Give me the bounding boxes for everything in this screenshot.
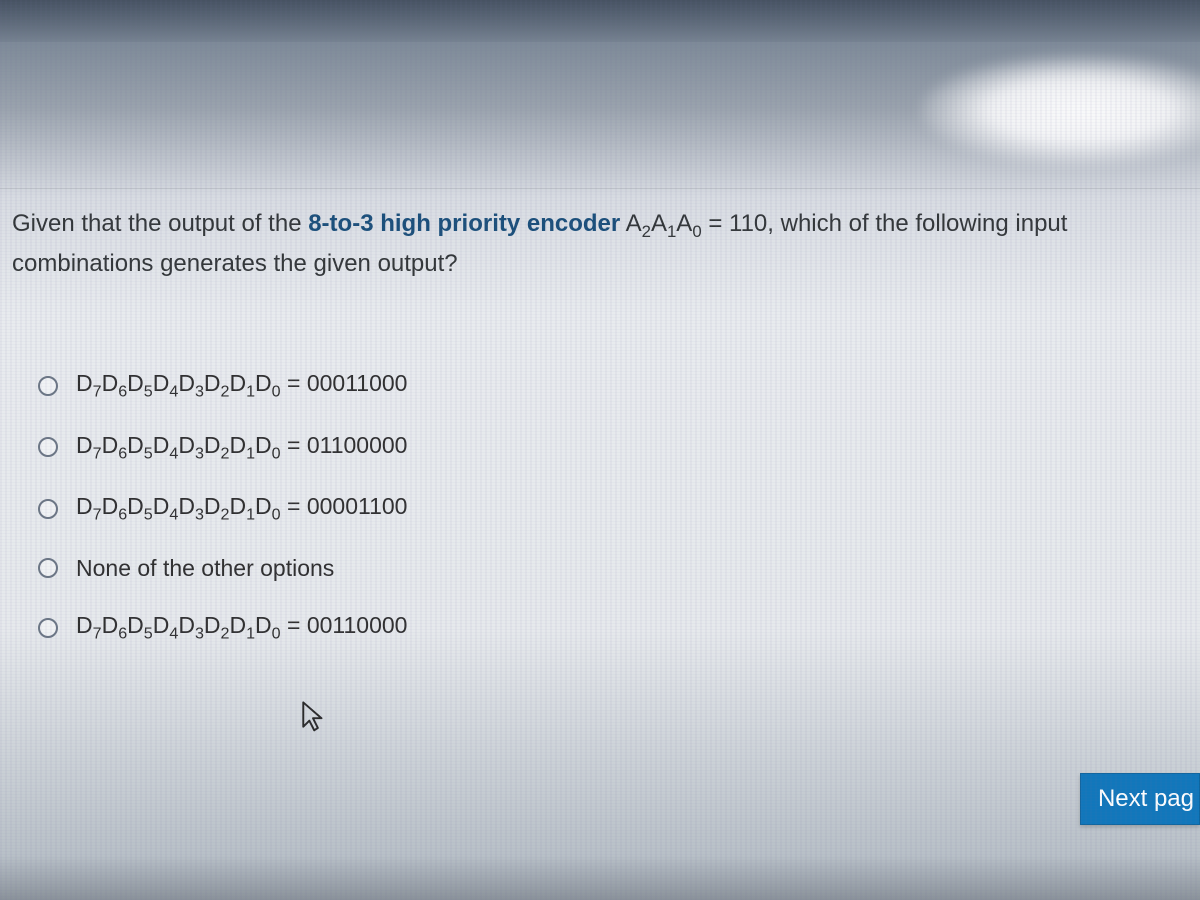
- sub-a1: 1: [667, 222, 676, 241]
- screen-glare: [920, 55, 1200, 165]
- radio-button[interactable]: [38, 437, 58, 457]
- sub-a2: 2: [642, 222, 651, 241]
- question-mid: A: [620, 210, 641, 237]
- option-row-0[interactable]: D7D6D5D4D3D2D1D0 = 00011000: [38, 370, 1160, 402]
- option-row-1[interactable]: D7D6D5D4D3D2D1D0 = 01100000: [38, 432, 1160, 464]
- options-list: D7D6D5D4D3D2D1D0 = 00011000 D7D6D5D4D3D2D…: [38, 370, 1160, 673]
- divider-line: [0, 188, 1200, 189]
- radio-button[interactable]: [38, 618, 58, 638]
- option-label: D7D6D5D4D3D2D1D0 = 00011000: [76, 370, 407, 402]
- option-label: None of the other options: [76, 555, 334, 582]
- radio-button[interactable]: [38, 558, 58, 578]
- question-highlight: 8-to-3 high priority encoder: [308, 210, 620, 237]
- sub-a0: 0: [692, 222, 701, 241]
- next-page-button[interactable]: Next pag: [1080, 773, 1200, 825]
- option-row-2[interactable]: D7D6D5D4D3D2D1D0 = 00001100: [38, 493, 1160, 525]
- radio-button[interactable]: [38, 499, 58, 519]
- question-pre: Given that the output of the: [12, 210, 308, 237]
- top-dark-band: [0, 0, 1200, 42]
- option-row-4[interactable]: D7D6D5D4D3D2D1D0 = 00110000: [38, 612, 1160, 644]
- option-label: D7D6D5D4D3D2D1D0 = 00110000: [76, 612, 407, 644]
- question-text: Given that the output of the 8-to-3 high…: [12, 205, 1180, 282]
- radio-button[interactable]: [38, 376, 58, 396]
- cursor-icon: [300, 700, 326, 734]
- option-label: D7D6D5D4D3D2D1D0 = 00001100: [76, 493, 407, 525]
- option-row-3[interactable]: None of the other options: [38, 555, 1160, 582]
- option-label: D7D6D5D4D3D2D1D0 = 01100000: [76, 432, 407, 464]
